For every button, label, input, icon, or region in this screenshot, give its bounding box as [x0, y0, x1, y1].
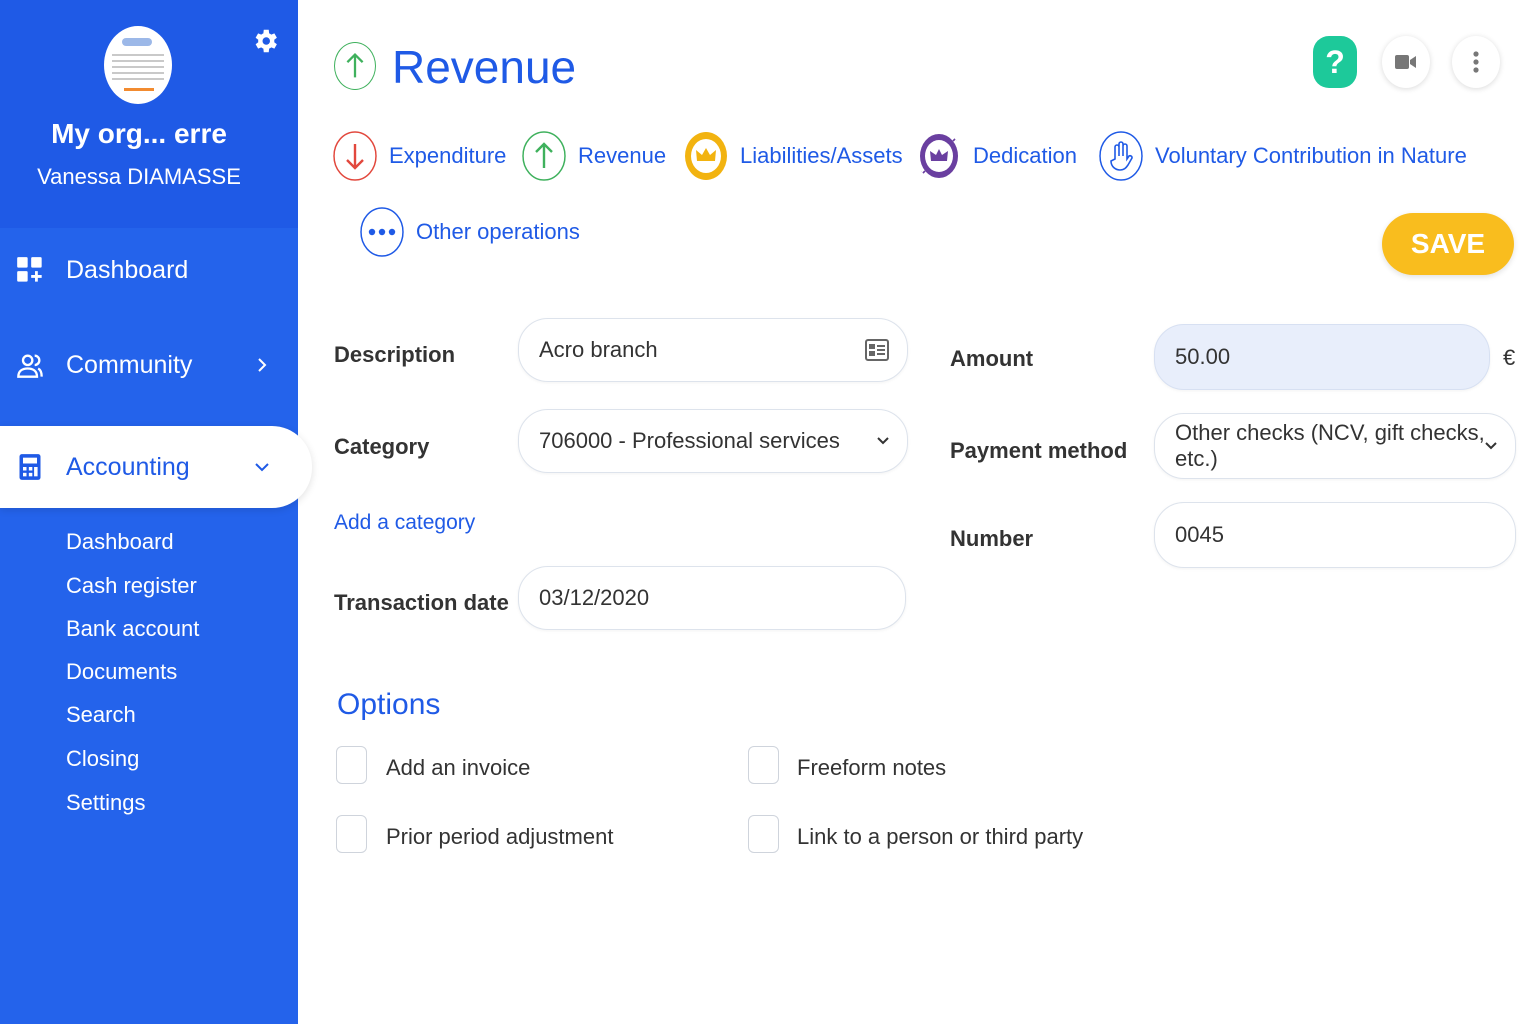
- prior-period-label[interactable]: Prior period adjustment: [386, 824, 613, 850]
- description-input[interactable]: Acro branch: [518, 318, 908, 382]
- number-input[interactable]: 0045: [1154, 502, 1516, 568]
- nav-item-community[interactable]: Community: [0, 335, 298, 395]
- nav-label-community: Community: [66, 350, 193, 379]
- link-person-checkbox[interactable]: [748, 815, 779, 853]
- op-voluntary-contribution[interactable]: Voluntary Contribution in Nature: [1099, 130, 1467, 182]
- arrow-down-icon: [333, 131, 377, 181]
- subnav-dashboard[interactable]: Dashboard: [66, 529, 174, 555]
- chevron-down-icon: [1485, 442, 1497, 450]
- category-label: Category: [334, 434, 430, 459]
- sidebar-header: My org... erre Vanessa DIAMASSE: [0, 0, 298, 228]
- number-value: 0045: [1175, 522, 1224, 547]
- payment-method-value: Other checks (NCV, gift checks, etc.): [1175, 420, 1485, 471]
- amount-value: 50.00: [1175, 344, 1231, 369]
- op-voluntary-contribution-label: Voluntary Contribution in Nature: [1155, 143, 1467, 168]
- contact-card-icon[interactable]: [865, 339, 889, 361]
- op-expenditure[interactable]: Expenditure: [333, 130, 506, 182]
- category-select[interactable]: 706000 - Professional services: [518, 409, 908, 473]
- freeform-notes-label[interactable]: Freeform notes: [797, 755, 946, 781]
- op-other-operations[interactable]: Other operations: [360, 206, 580, 258]
- amount-input[interactable]: 50.00: [1154, 324, 1490, 390]
- amount-label: Amount: [950, 346, 1034, 371]
- transaction-date-label: Transaction date: [334, 590, 509, 615]
- crown-exchange-icon: [919, 134, 959, 178]
- community-icon: [17, 354, 43, 378]
- add-invoice-label[interactable]: Add an invoice: [386, 755, 530, 781]
- arrow-up-icon: [522, 131, 566, 181]
- op-revenue-label: Revenue: [578, 143, 667, 168]
- transaction-date-value: 03/12/2020: [539, 585, 650, 610]
- dashboard-icon: [17, 257, 42, 282]
- op-revenue[interactable]: Revenue: [522, 130, 666, 182]
- description-label: Description: [334, 342, 456, 367]
- calculator-icon: [19, 454, 41, 480]
- op-liabilities-assets-label: Liabilities/Assets: [740, 143, 903, 168]
- chevron-down-icon: [877, 437, 889, 445]
- options-title: Options: [337, 688, 441, 721]
- op-other-operations-label: Other operations: [416, 219, 580, 244]
- op-liabilities-assets[interactable]: Liabilities/Assets: [684, 130, 903, 182]
- hand-icon: [1099, 131, 1143, 181]
- user-name: Vanessa DIAMASSE: [37, 164, 241, 189]
- transaction-date-input[interactable]: 03/12/2020: [518, 566, 906, 630]
- org-logo[interactable]: [104, 26, 172, 104]
- video-icon: [1395, 55, 1416, 69]
- op-expenditure-label: Expenditure: [389, 143, 507, 168]
- gear-icon[interactable]: [250, 26, 280, 56]
- number-label: Number: [950, 526, 1034, 551]
- help-button[interactable]: ?: [1313, 36, 1357, 88]
- subnav-bank-account[interactable]: Bank account: [66, 616, 199, 642]
- more-button[interactable]: [1452, 36, 1500, 88]
- crown-icon: [685, 132, 727, 180]
- chevron-right-icon: [258, 358, 267, 372]
- category-value: 706000 - Professional services: [539, 428, 840, 453]
- subnav-cash-register[interactable]: Cash register: [66, 573, 197, 599]
- currency-symbol: €: [1503, 345, 1516, 370]
- description-value: Acro branch: [539, 337, 658, 362]
- subnav-settings[interactable]: Settings: [66, 790, 146, 816]
- subnav-documents[interactable]: Documents: [66, 659, 177, 685]
- payment-method-select[interactable]: Other checks (NCV, gift checks, etc.): [1154, 413, 1516, 479]
- page-title: Revenue: [392, 41, 577, 93]
- subnav-closing[interactable]: Closing: [66, 746, 139, 772]
- prior-period-checkbox[interactable]: [336, 815, 367, 853]
- sidebar: My org... erre Vanessa DIAMASSE Dashboar…: [0, 0, 312, 1024]
- add-invoice-checkbox[interactable]: [336, 746, 367, 784]
- nav-item-dashboard[interactable]: Dashboard: [0, 240, 298, 300]
- nav-label-dashboard: Dashboard: [66, 255, 189, 284]
- add-category-link[interactable]: Add a category: [334, 511, 475, 535]
- subnav-search[interactable]: Search: [66, 702, 136, 728]
- arrow-up-icon: [334, 42, 376, 90]
- op-dedication[interactable]: Dedication: [917, 130, 1077, 182]
- nav-item-accounting[interactable]: Accounting: [0, 426, 312, 508]
- save-button[interactable]: SAVE: [1382, 213, 1514, 275]
- org-name: My org... erre: [51, 118, 227, 149]
- link-person-label[interactable]: Link to a person or third party: [797, 824, 1083, 850]
- chevron-down-icon: [255, 463, 269, 472]
- payment-method-label: Payment method: [950, 438, 1128, 463]
- op-dedication-label: Dedication: [973, 143, 1077, 168]
- more-horizontal-icon: [360, 207, 404, 257]
- nav-label-accounting: Accounting: [66, 452, 190, 481]
- more-vertical-icon: [1473, 51, 1479, 73]
- video-button[interactable]: [1382, 36, 1430, 88]
- freeform-notes-checkbox[interactable]: [748, 746, 779, 784]
